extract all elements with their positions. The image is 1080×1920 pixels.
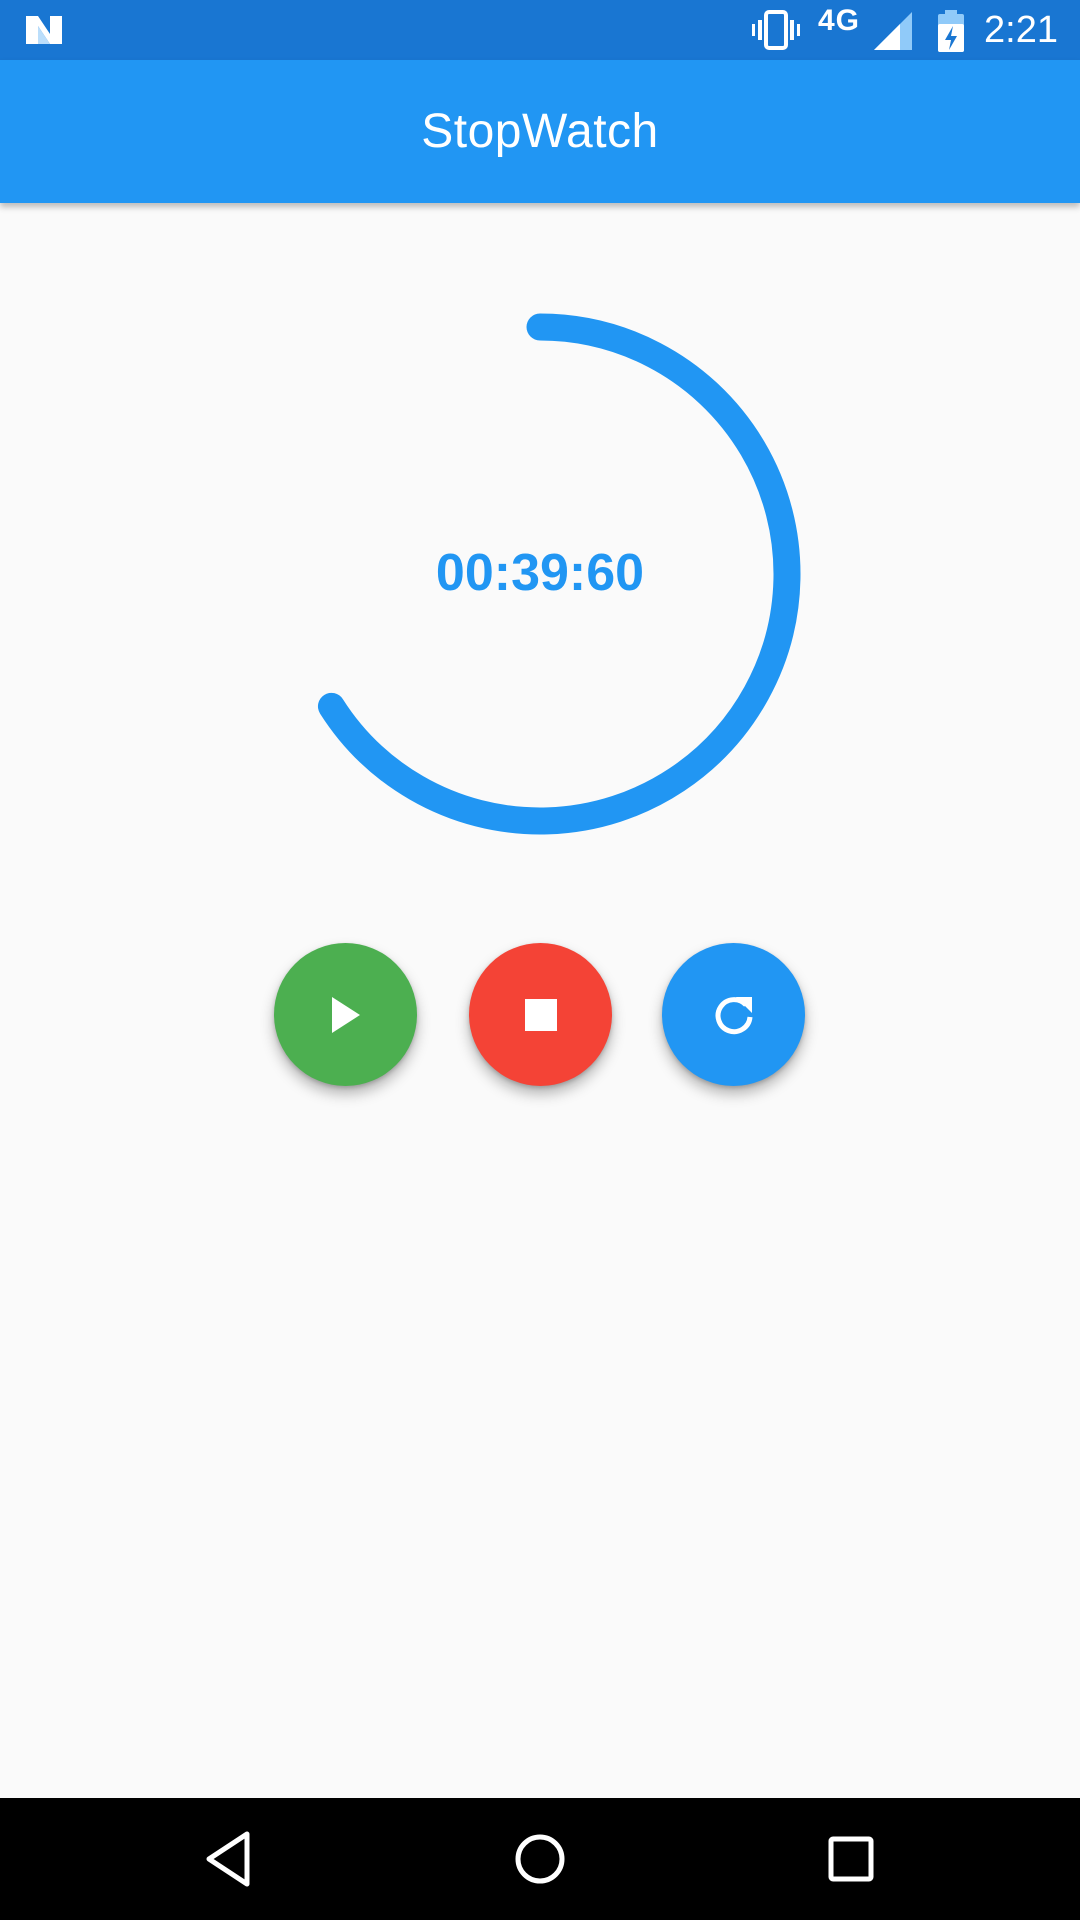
start-button[interactable] (274, 943, 417, 1086)
home-icon[interactable] (507, 1826, 573, 1892)
status-clock: 2:21 (984, 9, 1058, 51)
elapsed-time-display: 00:39:60 (435, 544, 645, 602)
app-bar: StopWatch (0, 60, 1080, 203)
recents-icon[interactable] (818, 1826, 884, 1892)
refresh-icon (715, 996, 752, 1034)
back-icon[interactable] (197, 1826, 263, 1892)
status-bar: 4G 2:21 (0, 0, 1080, 60)
app-title: StopWatch (421, 105, 659, 158)
stop-button[interactable] (469, 943, 612, 1086)
signal-icon (874, 12, 912, 50)
stop-icon (524, 998, 557, 1031)
navigation-bar (0, 1798, 1080, 1920)
network-type-label: 4G (818, 4, 861, 37)
android-n-logo-icon (26, 16, 62, 44)
battery-charging-icon (938, 10, 964, 52)
reset-button[interactable] (662, 943, 805, 1086)
vibrate-icon (752, 10, 800, 50)
play-icon (331, 996, 360, 1033)
